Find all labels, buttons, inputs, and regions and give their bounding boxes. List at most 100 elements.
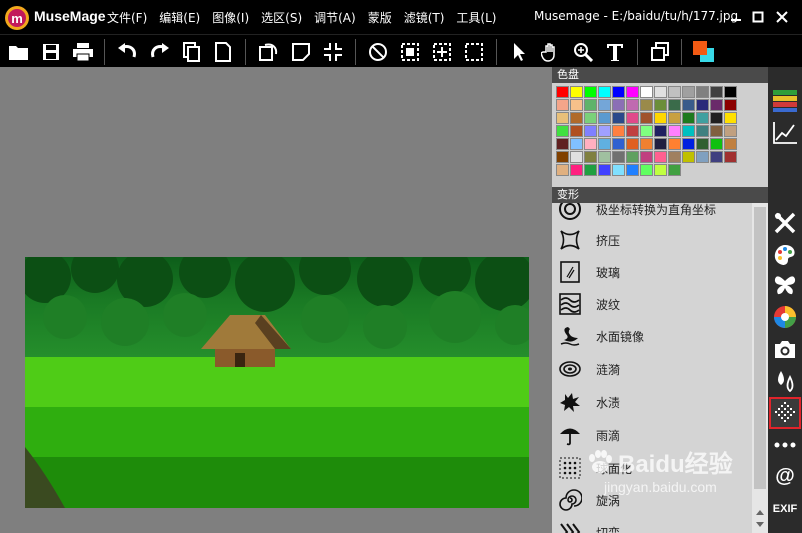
color-swatch[interactable] <box>598 125 611 137</box>
color-swatch[interactable] <box>654 125 667 137</box>
effects-scrollbar[interactable] <box>752 203 768 533</box>
scroll-thumb[interactable] <box>754 207 766 489</box>
layers-button[interactable] <box>647 39 673 65</box>
color-swatch[interactable] <box>612 138 625 150</box>
palette-button[interactable] <box>771 241 799 269</box>
select-dashed-button[interactable] <box>461 39 487 65</box>
color-swatch[interactable] <box>668 99 681 111</box>
histogram-button[interactable] <box>771 87 799 115</box>
color-swatch[interactable] <box>556 112 569 124</box>
tools-button[interactable] <box>771 209 799 237</box>
color-swatch[interactable] <box>626 99 639 111</box>
effect-glass[interactable]: 玻璃 <box>552 256 752 288</box>
color-swatch[interactable] <box>584 112 597 124</box>
color-swatch[interactable] <box>724 151 737 163</box>
drops-button[interactable] <box>771 367 799 395</box>
open-button[interactable] <box>6 39 32 65</box>
copy-button[interactable] <box>178 39 204 65</box>
color-swatch[interactable] <box>584 164 597 176</box>
more-button[interactable] <box>771 431 799 459</box>
effect-shear[interactable]: 切变 <box>552 516 752 533</box>
color-swatch[interactable] <box>724 99 737 111</box>
color-swatch[interactable] <box>724 125 737 137</box>
color-swatch[interactable] <box>612 112 625 124</box>
color-swatch[interactable] <box>696 112 709 124</box>
color-swatch[interactable] <box>724 86 737 98</box>
color-swatch[interactable] <box>654 86 667 98</box>
color-swatch[interactable] <box>696 125 709 137</box>
color-swatch[interactable] <box>612 125 625 137</box>
menu-image[interactable]: 图像(I) <box>212 9 249 26</box>
color-swatch[interactable] <box>598 151 611 163</box>
color-swatch[interactable] <box>668 112 681 124</box>
minimize-button[interactable] <box>726 7 746 27</box>
pointer-button[interactable] <box>506 39 532 65</box>
canvas-area[interactable] <box>0 67 552 533</box>
color-swatch[interactable] <box>612 164 625 176</box>
save-button[interactable] <box>38 39 64 65</box>
color-swatch[interactable] <box>612 86 625 98</box>
effect-splash[interactable]: 水渍 <box>552 386 752 418</box>
menu-adjust[interactable]: 调节(A) <box>314 9 356 26</box>
effect-squeeze[interactable]: 挤压 <box>552 224 752 256</box>
menu-file[interactable]: 文件(F) <box>107 9 147 26</box>
rotate-button[interactable] <box>255 39 281 65</box>
maximize-button[interactable] <box>748 7 768 27</box>
menu-filter[interactable]: 滤镜(T) <box>404 9 445 26</box>
color-swatch[interactable] <box>682 86 695 98</box>
color-swatch[interactable] <box>710 151 723 163</box>
color-swatch[interactable] <box>682 138 695 150</box>
resize-button[interactable] <box>320 39 346 65</box>
color-swatch[interactable] <box>556 164 569 176</box>
color-swatch[interactable] <box>682 125 695 137</box>
color-swatch[interactable] <box>668 151 681 163</box>
color-swatch[interactable] <box>724 138 737 150</box>
curve-button[interactable] <box>771 119 799 147</box>
color-swatch[interactable] <box>556 151 569 163</box>
color-swatch[interactable] <box>640 99 653 111</box>
menu-select[interactable]: 选区(S) <box>261 9 302 26</box>
color-swatch[interactable] <box>626 151 639 163</box>
color-swatch[interactable] <box>626 138 639 150</box>
color-swatch[interactable] <box>654 151 667 163</box>
color-swatch[interactable] <box>654 164 667 176</box>
effect-polar[interactable]: 极坐标转换为直角坐标 <box>552 203 752 225</box>
color-swatch[interactable] <box>584 138 597 150</box>
color-swatch[interactable] <box>598 164 611 176</box>
color-swatch[interactable] <box>626 125 639 137</box>
color-swatch[interactable] <box>640 138 653 150</box>
color-swatch[interactable] <box>696 151 709 163</box>
color-swatch[interactable] <box>682 151 695 163</box>
color-swatch[interactable] <box>710 86 723 98</box>
color-swatch[interactable] <box>696 99 709 111</box>
effect-ripple[interactable]: 涟漪 <box>552 353 752 385</box>
color-swatch[interactable] <box>696 138 709 150</box>
color-swatch[interactable] <box>584 99 597 111</box>
color-swatch[interactable] <box>556 125 569 137</box>
exif-button[interactable]: EXIF <box>771 495 799 523</box>
scroll-up-icon[interactable] <box>755 508 765 516</box>
crop-button[interactable] <box>288 39 314 65</box>
text-button[interactable] <box>602 39 628 65</box>
color-swatch[interactable] <box>682 112 695 124</box>
color-swatch[interactable] <box>682 99 695 111</box>
color-swatch[interactable] <box>654 138 667 150</box>
scroll-down-icon[interactable] <box>755 521 765 529</box>
distort-button[interactable] <box>769 397 801 429</box>
color-swatch[interactable] <box>570 125 583 137</box>
select-rect-button[interactable] <box>397 39 423 65</box>
color-wheel-button[interactable] <box>771 303 799 331</box>
color-swatch[interactable] <box>598 99 611 111</box>
color-swatch[interactable] <box>584 86 597 98</box>
color-swatch[interactable] <box>640 86 653 98</box>
color-swatch[interactable] <box>640 112 653 124</box>
color-swatch[interactable] <box>570 86 583 98</box>
color-swatch[interactable] <box>584 125 597 137</box>
color-swatch[interactable] <box>668 138 681 150</box>
select-center-button[interactable] <box>429 39 455 65</box>
color-swatch[interactable] <box>654 99 667 111</box>
menu-edit[interactable]: 编辑(E) <box>159 9 200 26</box>
hand-button[interactable] <box>538 39 564 65</box>
color-swatch[interactable] <box>612 99 625 111</box>
redo-button[interactable] <box>146 39 172 65</box>
